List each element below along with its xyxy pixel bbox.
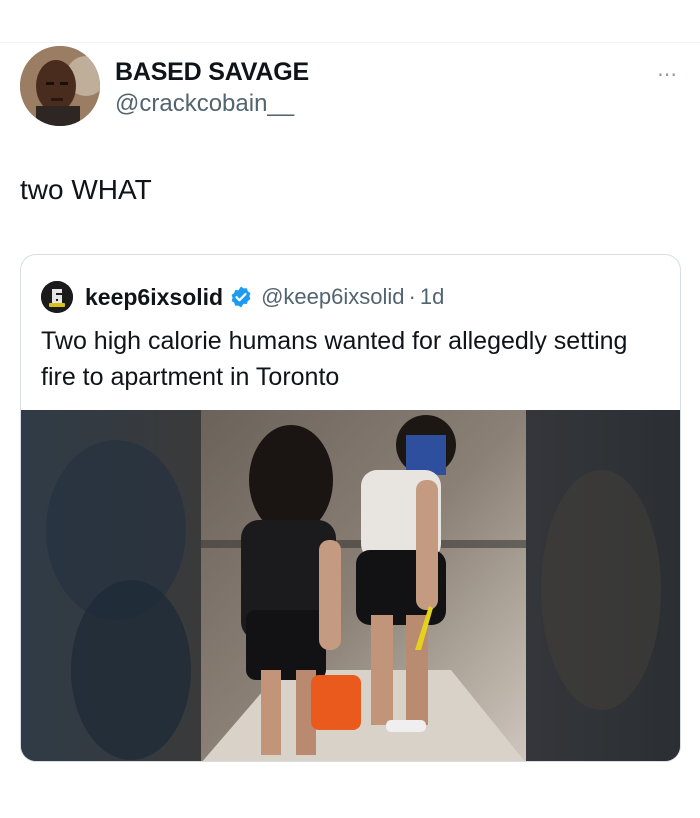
quoted-author-handle[interactable]: @keep6ixsolid: [261, 284, 404, 310]
author-handle[interactable]: @crackcobain__: [115, 90, 294, 118]
separator-dot: ·: [408, 284, 416, 309]
quoted-tweet-header: keep6ixsolid @keep6ixsolid · 1d: [41, 281, 444, 313]
quoted-timestamp[interactable]: 1d: [420, 284, 444, 310]
quoted-tweet-card[interactable]: keep6ixsolid @keep6ixsolid · 1d Two high…: [20, 254, 681, 762]
tweet-text: two WHAT: [20, 174, 152, 205]
author-avatar[interactable]: [20, 46, 100, 126]
keep6ixsolid-logo-icon[interactable]: [41, 281, 73, 313]
top-divider: [0, 42, 700, 43]
more-options-icon[interactable]: ⋯: [657, 62, 678, 87]
author-name[interactable]: BASED SAVAGE: [115, 58, 309, 87]
quoted-tweet-text: Two high calorie humans wanted for alleg…: [41, 327, 628, 391]
quoted-author-name[interactable]: keep6ixsolid: [85, 284, 223, 311]
verified-badge-icon: [229, 285, 253, 309]
quoted-media-image[interactable]: [21, 410, 680, 761]
